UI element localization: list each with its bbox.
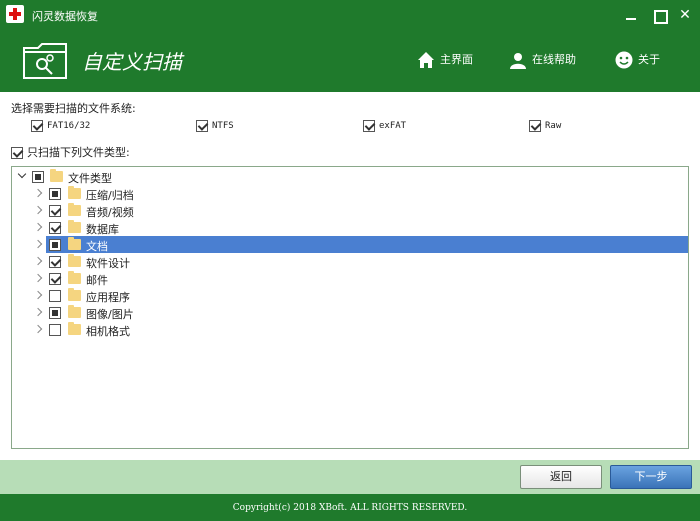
expand-arrow-icon[interactable]	[35, 325, 43, 333]
folder-icon	[68, 322, 81, 335]
tree-root-label: 文件类型	[68, 172, 112, 185]
checkbox[interactable]	[49, 290, 61, 302]
user-help-icon	[510, 53, 526, 69]
collapse-arrow-icon[interactable]	[18, 172, 26, 180]
tree-row[interactable]: 数据库	[12, 219, 688, 236]
close-button[interactable]: ✕	[676, 6, 694, 24]
folder-icon	[68, 203, 81, 216]
nav-about-link[interactable]: 关于	[614, 48, 664, 72]
fs-raw-label: Raw	[545, 121, 562, 131]
nav-about-label: 关于	[638, 53, 660, 66]
expand-arrow-icon[interactable]	[35, 223, 43, 231]
tree-item-label: 图像/图片	[86, 308, 134, 321]
copyright-text: Copyright(c) 2018 XBoft. ALL RIGHTS RESE…	[232, 503, 468, 513]
expand-arrow-icon[interactable]	[35, 308, 43, 316]
folder-icon	[50, 169, 63, 182]
checkbox[interactable]	[49, 188, 61, 200]
home-icon	[418, 52, 434, 68]
selection-highlight	[46, 236, 688, 253]
window-title: 闪灵数据恢复	[32, 10, 98, 23]
tree-item-label: 数据库	[86, 223, 119, 236]
only-scan-label: 只扫描下列文件类型:	[27, 146, 130, 159]
fs-fat-label: FAT16/32	[47, 121, 91, 131]
tree-row[interactable]: 相机格式	[12, 321, 688, 338]
tree-row[interactable]: 邮件	[12, 270, 688, 287]
tree-row[interactable]: 音频/视频	[12, 202, 688, 219]
back-button[interactable]: 返回	[520, 465, 602, 489]
checkbox[interactable]	[49, 307, 61, 319]
folder-icon	[68, 288, 81, 301]
expand-arrow-icon[interactable]	[35, 291, 43, 299]
file-type-tree[interactable]: 文件类型 压缩/归档 音频/视频 数据库 文档 软件设计 邮件 应用程序 图像/…	[11, 166, 689, 449]
folder-icon	[68, 220, 81, 233]
nav-home-label: 主界面	[440, 53, 473, 66]
tree-item-label: 音频/视频	[86, 206, 134, 219]
expand-arrow-icon[interactable]	[35, 274, 43, 282]
copyright-band: Copyright(c) 2018 XBoft. ALL RIGHTS RESE…	[0, 494, 700, 521]
folder-icon	[68, 186, 81, 199]
checkbox[interactable]	[49, 239, 61, 251]
folder-icon	[68, 271, 81, 284]
tree-root-row[interactable]: 文件类型	[12, 168, 688, 185]
checkbox[interactable]	[31, 120, 43, 132]
checkbox[interactable]	[529, 120, 541, 132]
app-logo-icon	[6, 5, 24, 23]
tree-row[interactable]: 图像/图片	[12, 304, 688, 321]
nav-help-label: 在线帮助	[532, 53, 576, 66]
page-title: 自定义扫描	[82, 50, 182, 74]
header-band: 自定义扫描 主界面 在线帮助 关于	[0, 30, 700, 92]
tree-item-label: 邮件	[86, 274, 108, 287]
checkbox[interactable]	[32, 171, 44, 183]
expand-arrow-icon[interactable]	[35, 189, 43, 197]
checkbox[interactable]	[49, 205, 61, 217]
expand-arrow-icon[interactable]	[35, 206, 43, 214]
fs-ntfs-label: NTFS	[212, 121, 234, 131]
smiley-icon	[615, 51, 633, 69]
tree-item-label: 应用程序	[86, 291, 130, 304]
checkbox[interactable]	[11, 147, 23, 159]
tree-item-label: 压缩/归档	[86, 189, 134, 202]
tree-row-selected[interactable]: 文档	[12, 236, 688, 253]
tree-row[interactable]: 应用程序	[12, 287, 688, 304]
maximize-button[interactable]	[650, 6, 668, 24]
checkbox[interactable]	[49, 273, 61, 285]
minimize-button[interactable]	[622, 6, 640, 24]
tree-row[interactable]: 压缩/归档	[12, 185, 688, 202]
expand-arrow-icon[interactable]	[35, 257, 43, 265]
fs-exfat-label: exFAT	[379, 121, 407, 131]
folder-scan-icon	[23, 43, 67, 79]
tree-item-label: 软件设计	[86, 257, 130, 270]
nav-help-link[interactable]: 在线帮助	[508, 48, 578, 72]
checkbox[interactable]	[49, 324, 61, 336]
title-bar: 闪灵数据恢复 ✕	[0, 0, 700, 30]
tree-row[interactable]: 软件设计	[12, 253, 688, 270]
checkbox[interactable]	[49, 256, 61, 268]
folder-icon	[68, 237, 81, 250]
nav-home-link[interactable]: 主界面	[416, 48, 476, 72]
folder-icon	[68, 254, 81, 267]
tree-item-label: 相机格式	[86, 325, 130, 338]
next-button[interactable]: 下一步	[610, 465, 692, 489]
filesystem-section-label: 选择需要扫描的文件系统:	[11, 102, 136, 115]
tree-item-label: 文档	[86, 240, 108, 253]
checkbox[interactable]	[363, 120, 375, 132]
folder-icon	[68, 305, 81, 318]
checkbox[interactable]	[196, 120, 208, 132]
expand-arrow-icon[interactable]	[35, 240, 43, 248]
checkbox[interactable]	[49, 222, 61, 234]
